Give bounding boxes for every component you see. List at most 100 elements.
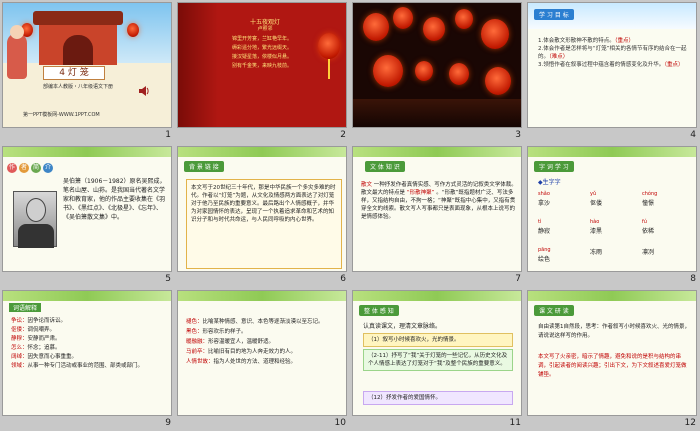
background-text: 本文写于20世纪三十年代，那是中华民族一个多灾多难的时代。作者以“灯笼”为题，从… xyxy=(186,179,342,269)
word-item: 冻雨 xyxy=(590,247,642,263)
definition-row: 静穆：安静而严肃。 xyxy=(11,335,167,344)
term: 褪色： xyxy=(186,319,203,325)
slide-thumb-3[interactable]: 3 xyxy=(350,0,525,144)
leaf-border xyxy=(178,291,346,301)
lantern-icon xyxy=(481,19,509,49)
term: 人情世故： xyxy=(186,359,214,365)
slide-thumb-8[interactable]: 字 词 学 习 ◆生字字 shǎo 拿沙 yǔ 伛偻 chóng 憧憬 tì 静寂 hà… xyxy=(525,144,700,288)
slide-4-canvas: 学 习 目 标 1.体会散文形散神不散的特点。（重点） 2.体会作者是怎样将与“… xyxy=(527,2,697,128)
slide-1-footer: 第一PPT模板网-WWW.1PPT.COM xyxy=(23,112,100,118)
speaker-icon xyxy=(137,83,151,97)
word-item: tì 静寂 xyxy=(538,219,590,235)
slide-thumb-2[interactable]: 十五夜观灯 卢照邻 锦里开芳宴，兰缸艳早年。 缛彩遥分地，繁光远缀天。 接汉疑星… xyxy=(175,0,350,144)
slide-number: 1 xyxy=(165,130,171,140)
slide-number: 9 xyxy=(165,418,171,428)
def: 因争论而诉讼。 xyxy=(27,318,67,324)
slide-6-canvas: 背 景 链 接 本文写于20世纪三十年代，那是中华民族一个多灾多难的时代。作者以… xyxy=(177,146,347,272)
pinyin: tì xyxy=(538,219,542,225)
objective-2-level: （难点） xyxy=(549,54,569,60)
lantern-icon xyxy=(318,33,340,59)
word: 憧憬 xyxy=(642,200,655,207)
tag-char: 简 xyxy=(31,163,41,173)
slide-thumb-7[interactable]: 文 体 知 识 散文 一种抒发作者真情实感、写作方式灵活的记叙类文学体裁。散文最… xyxy=(350,144,525,288)
term: 怎么： xyxy=(11,345,28,351)
def: 调侃嘲弄。 xyxy=(27,327,56,333)
word-grid: shǎo 拿沙 yǔ 伛偻 chóng 憧憬 tì 静寂 hào 漆黑 fú 依稀 pāng… xyxy=(538,191,694,263)
pinyin: shǎo xyxy=(538,191,550,197)
def: 比喻旧有目的地为人奔走效力的人。 xyxy=(208,349,297,355)
slide-12-canvas: 课 文 研 读 自由读第1自然段，思考：作者叙写小时候喜欢火、光的情景，请说说这… xyxy=(527,290,697,416)
slide-thumb-9[interactable]: 词语解释 争讼：因争论而诉讼。 伛偻：调侃嘲弄。 静穆：安静而严肃。 怎么：怀念… xyxy=(0,288,175,431)
slide-number: 2 xyxy=(340,130,346,140)
def: 指为人处世的方法、道理和经验。 xyxy=(213,359,297,365)
leaf-border xyxy=(528,147,696,157)
poem-line: 缛彩遥分地，繁光远缀天。 xyxy=(231,45,292,51)
def: 安静而严肃。 xyxy=(27,336,61,342)
def: 从事一种专门活动或事业的范围、部类或部门。 xyxy=(27,363,144,369)
author-portrait xyxy=(13,191,57,248)
slide-number: 5 xyxy=(165,274,171,284)
word-item: 凛冽 xyxy=(642,247,694,263)
slide-9-tag: 词语解释 xyxy=(9,303,42,312)
definition-row: 争讼：因争论而诉讼。 xyxy=(11,317,167,326)
slide-1-canvas: 4 灯 笼 部编本人教版・八年级语文下册 第一PPT模板网-WWW.1PPT.C… xyxy=(2,2,172,128)
term: 暖融融： xyxy=(186,339,209,345)
tag-char: 介 xyxy=(43,163,53,173)
definition-row: 伛偻：调侃嘲弄。 xyxy=(11,326,167,335)
overview-box-3: （12）抒发作者的爱国情怀。 xyxy=(363,391,513,405)
definition-row: 人情世故：指为人处世的方法、道理和经验。 xyxy=(186,357,342,367)
slide-number: 6 xyxy=(340,274,346,284)
poem-line: 别有千金笑，来映九枝前。 xyxy=(231,63,292,69)
slide-thumb-5[interactable]: 作 者 简 介 吴伯箫（1906－1982）原名吴熙成，笔名山屋、山荪。是我国当… xyxy=(0,144,175,288)
pinyin: hào xyxy=(590,219,600,225)
slide-thumb-11[interactable]: 整 体 感 知 认真读课文，理清文章脉络。 （1）叙写小时候喜欢火，光的情景。 … xyxy=(350,288,525,431)
term: 伛偻： xyxy=(11,327,28,333)
word-item: chóng 憧憬 xyxy=(642,191,694,207)
gate-roof xyxy=(33,11,123,25)
lantern-icon xyxy=(485,67,511,95)
definition-row: 领域：从事一种专门活动或事业的范围、部类或部门。 xyxy=(11,362,167,371)
slide-11-tag: 整 体 感 知 xyxy=(359,305,399,316)
term: 阔绰： xyxy=(11,354,28,360)
pinyin: yǔ xyxy=(590,191,597,197)
lantern-icon xyxy=(363,13,389,41)
term: 马前卒： xyxy=(186,349,209,355)
author-bio: 吴伯箫（1906－1982）原名吴熙成，笔名山屋、山荪。是我国当代著名文学家和教… xyxy=(63,178,166,221)
slide-thumb-1[interactable]: 4 灯 笼 部编本人教版・八年级语文下册 第一PPT模板网-WWW.1PPT.C… xyxy=(0,0,175,144)
def: 形容欢乐的样子。 xyxy=(202,329,247,335)
slide-thumb-12[interactable]: 课 文 研 读 自由读第1自然段，思考：作者叙写小时候喜欢火、光的情景，请说说这… xyxy=(525,288,700,431)
lantern-icon xyxy=(449,63,469,85)
slide-thumb-10[interactable]: 褪色：比喻某种情感、意识、本色等逐渐淡漠以至忘记。 黑色：形容欢乐的样子。 暖融… xyxy=(175,288,350,431)
word: 漆黑 xyxy=(590,228,603,235)
slide-1-title: 4 灯 笼 xyxy=(43,66,105,80)
overview-box-1: （1）叙写小时候喜欢火，光的情景。 xyxy=(363,333,513,347)
word: 拿沙 xyxy=(538,200,551,207)
slide-11-canvas: 整 体 感 知 认真读课文，理清文章脉络。 （1）叙写小时候喜欢火，光的情景。 … xyxy=(352,290,522,416)
lantern-tassel xyxy=(328,59,330,79)
slide-number: 10 xyxy=(334,418,346,428)
objective-3-level: （重点） xyxy=(664,62,684,68)
slide-sorter-grid: 4 灯 笼 部编本人教版・八年级语文下册 第一PPT模板网-WWW.1PPT.C… xyxy=(0,0,700,431)
word-item: yǔ 伛偻 xyxy=(590,191,642,207)
definition-row: 怎么：怀念；追慕。 xyxy=(11,344,167,353)
overview-intro: 认真读课文，理清文章脉络。 xyxy=(363,323,442,330)
slide-thumb-4[interactable]: 学 习 目 标 1.体会散文形散神不散的特点。（重点） 2.体会作者是怎样将与“… xyxy=(525,0,700,144)
pinyin: chóng xyxy=(642,191,658,197)
word: 凛冽 xyxy=(642,249,655,256)
slide-thumb-6[interactable]: 背 景 链 接 本文写于20世纪三十年代，那是中华民族一个多灾多难的时代。作者以… xyxy=(175,144,350,288)
lantern-icon xyxy=(415,61,433,81)
lantern-icon xyxy=(373,55,403,87)
word: 静寂 xyxy=(538,228,551,235)
slide-9-canvas: 词语解释 争讼：因争论而诉讼。 伛偻：调侃嘲弄。 静穆：安静而严肃。 怎么：怀念… xyxy=(2,290,172,416)
slide-number: 8 xyxy=(690,274,696,284)
street-floor xyxy=(353,99,521,127)
poem-line: 锦里开芳宴，兰缸艳早年。 xyxy=(231,36,292,42)
leaf-border xyxy=(353,291,521,301)
slide-number: 3 xyxy=(515,130,521,140)
objective-3: 3.领悟作者在叙事过程中蕴含着的情感变化及升华。 xyxy=(538,62,665,68)
definitions-list: 争讼：因争论而诉讼。 伛偻：调侃嘲弄。 静穆：安静而严肃。 怎么：怀念；追慕。 … xyxy=(11,317,167,371)
def: 怀念；追慕。 xyxy=(27,345,61,351)
leaf-border xyxy=(178,147,346,157)
genre-text: 散文 一种抒发作者真情实感、写作方式灵活的记叙类文学体裁。散文最大的特点是 “形… xyxy=(361,181,517,221)
author-tag: 作 者 简 介 xyxy=(7,163,53,173)
